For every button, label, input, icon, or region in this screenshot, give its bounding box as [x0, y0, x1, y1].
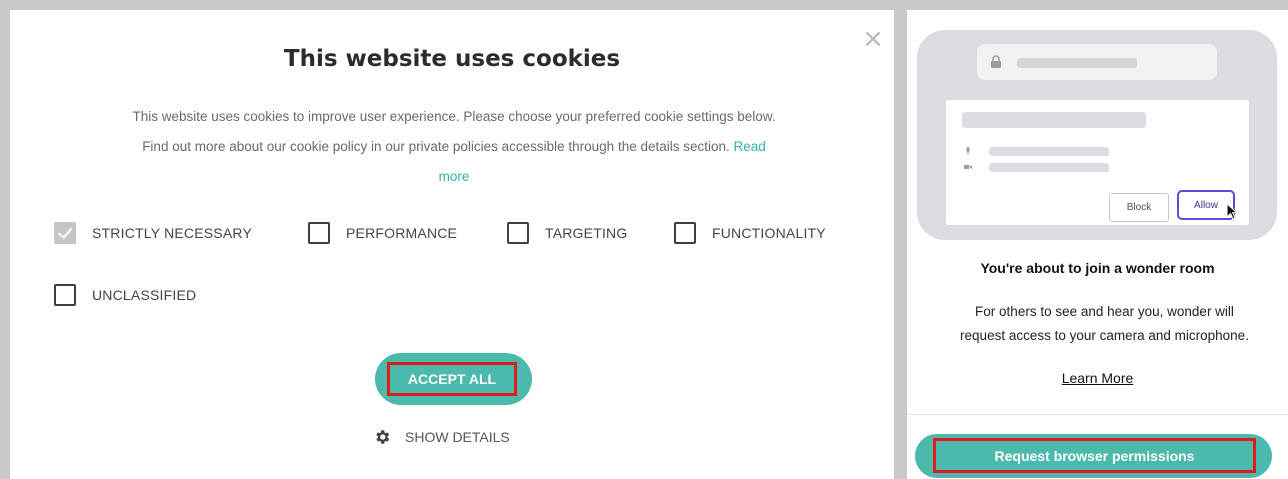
mock-prompt-title-line — [962, 112, 1146, 128]
accept-all-button[interactable]: ACCEPT ALL — [375, 353, 532, 405]
request-permissions-button[interactable]: Request browser permissions — [915, 434, 1272, 478]
checkbox-strictly-necessary[interactable]: STRICTLY NECESSARY — [54, 222, 252, 244]
show-details-button[interactable]: SHOW DETAILS — [373, 428, 510, 446]
checkbox-targeting[interactable]: TARGETING — [507, 222, 627, 244]
checkbox-functionality-label: FUNCTIONALITY — [712, 225, 826, 241]
mock-camera-line — [989, 163, 1109, 172]
description-line-1: This website uses cookies to improve use… — [132, 109, 776, 124]
camera-icon — [964, 165, 972, 169]
learn-more-link[interactable]: Learn More — [907, 370, 1288, 386]
request-permissions-label[interactable]: Request browser permissions — [933, 438, 1256, 473]
checkbox-targeting-box[interactable] — [507, 222, 529, 244]
permission-description-line-2: request access to your camera and microp… — [960, 328, 1249, 343]
mock-permission-prompt: Block Allow — [946, 100, 1249, 225]
checkbox-performance[interactable]: PERFORMANCE — [308, 222, 457, 244]
permission-description: For others to see and hear you, wonder w… — [927, 300, 1282, 348]
permission-description-line-1: For others to see and hear you, wonder w… — [975, 304, 1234, 319]
checkbox-unclassified[interactable]: UNCLASSIFIED — [54, 284, 196, 306]
checkbox-functionality-box[interactable] — [674, 222, 696, 244]
mock-block-button: Block — [1109, 193, 1169, 222]
cookie-dialog: × This website uses cookies This website… — [10, 10, 894, 479]
checkbox-unclassified-box[interactable] — [54, 284, 76, 306]
mock-mic-line — [989, 147, 1109, 156]
mouse-cursor-icon — [1226, 203, 1239, 220]
divider — [907, 414, 1288, 415]
read-more-link[interactable]: Read — [734, 139, 766, 154]
checkbox-strictly-necessary-label: STRICTLY NECESSARY — [92, 225, 252, 241]
accept-all-label[interactable]: ACCEPT ALL — [387, 362, 517, 396]
checkbox-unclassified-label: UNCLASSIFIED — [92, 287, 197, 303]
show-details-label: SHOW DETAILS — [405, 429, 510, 445]
cookie-description: This website uses cookies to improve use… — [34, 102, 874, 192]
checkbox-functionality[interactable]: FUNCTIONALITY — [674, 222, 826, 244]
gear-icon — [376, 430, 390, 444]
mock-address-bar — [977, 44, 1217, 80]
permission-title: You're about to join a wonder room — [980, 260, 1215, 276]
cookie-dialog-title: This website uses cookies — [283, 46, 621, 72]
checkbox-performance-box[interactable] — [308, 222, 330, 244]
checkbox-performance-label: PERFORMANCE — [346, 225, 458, 241]
mock-url-placeholder — [1017, 58, 1137, 68]
read-more-link-continued[interactable]: more — [439, 169, 470, 184]
lock-icon — [991, 55, 1001, 68]
microphone-icon — [966, 147, 970, 155]
description-line-2-text: Find out more about our cookie policy in… — [142, 139, 730, 154]
description-line-2: Find out more about our cookie policy in… — [34, 132, 874, 162]
checkbox-targeting-label: TARGETING — [545, 225, 628, 241]
checkbox-strictly-necessary-box[interactable] — [54, 222, 76, 244]
browser-permission-illustration: Block Allow — [917, 30, 1277, 240]
permission-panel: Block Allow You're about to join a wonde… — [907, 10, 1288, 479]
